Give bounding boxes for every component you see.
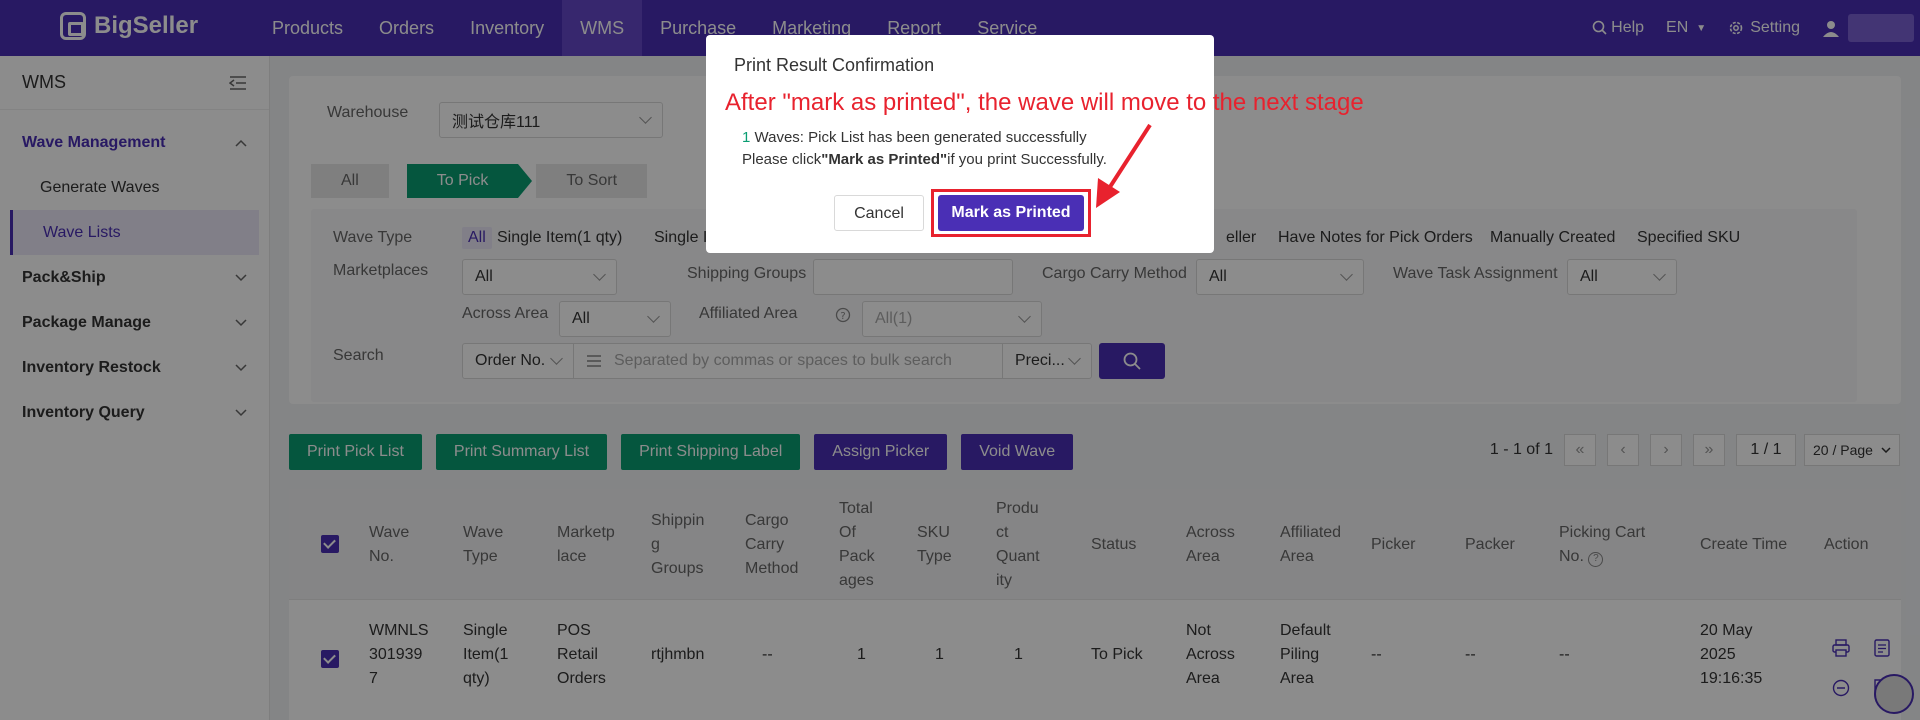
line2-prefix: Please click [742, 151, 822, 168]
annotation-arrow-icon [1096, 123, 1152, 208]
line1-text: Waves: Pick List has been generated succ… [750, 129, 1087, 146]
mark-as-printed-button[interactable]: Mark as Printed [938, 195, 1084, 231]
cancel-button[interactable]: Cancel [834, 195, 924, 231]
annotation-text: After "mark as printed", the wave will m… [725, 89, 1364, 116]
line2-suffix: if you print Successfully. [947, 151, 1107, 168]
dialog-title: Print Result Confirmation [734, 55, 935, 75]
dialog-message-line2: Please click"Mark as Printed"if you prin… [742, 151, 1107, 168]
dialog-message-line1: 1 Waves: Pick List has been generated su… [742, 129, 1087, 146]
line2-bold: "Mark as Printed" [821, 151, 948, 168]
